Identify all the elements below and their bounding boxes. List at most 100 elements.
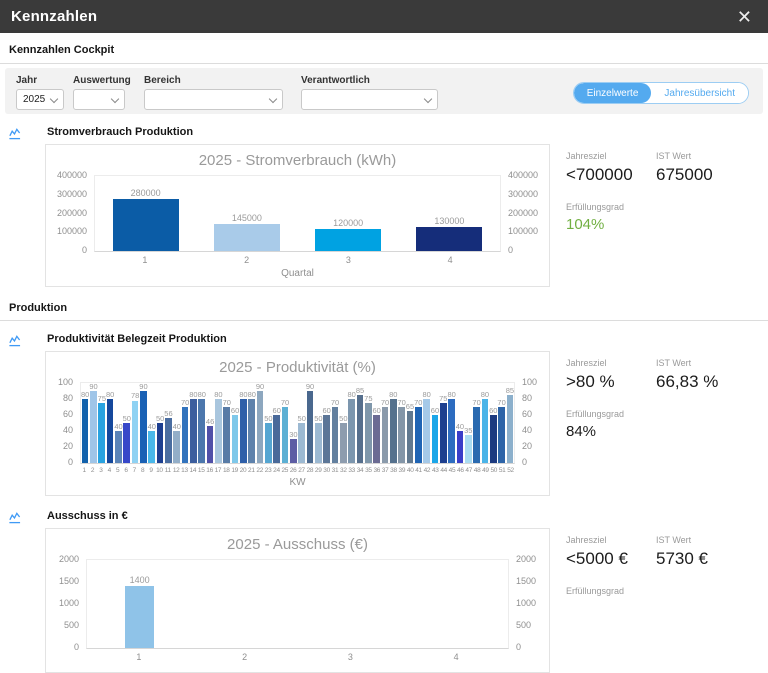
bar-39[interactable] (398, 407, 405, 463)
bar-49[interactable] (482, 399, 489, 463)
bar-value-label: 50 (156, 415, 164, 423)
auswertung-select[interactable] (73, 89, 125, 110)
bar-slot: 75 (364, 383, 372, 463)
toggle-einzelwerte[interactable]: Einzelwerte (574, 83, 652, 103)
bar-24[interactable] (273, 415, 280, 463)
bar-3[interactable] (315, 229, 381, 252)
bar-20[interactable] (240, 399, 247, 463)
bar-42[interactable] (423, 399, 430, 463)
bar-value-label: 60 (323, 407, 331, 415)
bar-35[interactable] (365, 403, 372, 463)
bar-2[interactable] (214, 224, 280, 251)
bar-slot: 80 (389, 383, 397, 463)
y-axis-right: 020406080100 (515, 382, 541, 462)
bereich-label: Bereich (144, 75, 283, 86)
x-tick-label: 4 (403, 649, 509, 662)
bar-31[interactable] (332, 407, 339, 463)
jahr-select[interactable]: 2025 (16, 89, 64, 110)
bar-10[interactable] (157, 423, 164, 463)
bar-21[interactable] (248, 399, 255, 463)
ist-wert-label: IST Wert (656, 358, 768, 368)
bar-3[interactable] (98, 403, 105, 463)
bar-19[interactable] (232, 415, 239, 463)
jahr-value: 2025 (23, 94, 45, 105)
bar-43[interactable] (432, 415, 439, 463)
bar-1[interactable] (113, 199, 179, 252)
bar-23[interactable] (265, 423, 272, 463)
bar-value-label: 85 (506, 387, 514, 395)
bar-28[interactable] (307, 391, 314, 463)
bar-30[interactable] (323, 415, 330, 463)
x-tick-label: 18 (222, 464, 230, 474)
kpi-stats: Jahresziel <700000 IST Wert 675000 Erfül… (550, 126, 768, 287)
bar-5[interactable] (115, 431, 122, 463)
bar-slot: 75 (439, 383, 447, 463)
bar-45[interactable] (448, 399, 455, 463)
bar-29[interactable] (315, 423, 322, 463)
bar-36[interactable] (373, 415, 380, 463)
bar-38[interactable] (390, 399, 397, 463)
x-axis-ticks: 1234567891011121314151617181920212223242… (80, 464, 515, 474)
bar-value-label: 40 (456, 423, 464, 431)
bar-value-label: 56 (164, 410, 172, 418)
bereich-select[interactable] (144, 89, 283, 110)
x-tick-label: 1 (94, 252, 196, 265)
bar-48[interactable] (473, 407, 480, 463)
close-icon[interactable]: ✕ (737, 8, 752, 26)
bar-slot: 60 (372, 383, 380, 463)
bar-1[interactable] (125, 586, 154, 648)
kpi-section-stromverbrauch: Stromverbrauch Produktion 2025 - Stromve… (0, 126, 768, 287)
kpi-name: Produktivität Belegzeit Produktion (47, 333, 550, 345)
bar-4[interactable] (416, 227, 482, 251)
bar-value-label: 80 (447, 391, 455, 399)
bar-slot: 70 (381, 383, 389, 463)
bar-1[interactable] (82, 399, 89, 463)
bar-25[interactable] (282, 407, 289, 463)
bar-26[interactable] (290, 439, 297, 463)
bar-32[interactable] (340, 423, 347, 463)
toggle-jahresuebersicht[interactable]: Jahresübersicht (651, 83, 748, 103)
verantwortlich-select[interactable] (301, 89, 438, 110)
y-tick-label: 300000 (57, 189, 87, 199)
x-tick-label: 45 (448, 464, 456, 474)
bar-14[interactable] (190, 399, 197, 463)
bar-22[interactable] (257, 391, 264, 463)
bar-44[interactable] (440, 403, 447, 463)
erfuellungsgrad-label: Erfüllungsgrad (566, 586, 768, 596)
bar-2[interactable] (90, 391, 97, 463)
bar-value-label: 70 (381, 399, 389, 407)
bar-12[interactable] (173, 431, 180, 463)
y-tick-label: 400000 (57, 170, 87, 180)
bar-41[interactable] (415, 407, 422, 463)
kpi-section-produktivitaet: Produktivität Belegzeit Produktion 2025 … (0, 333, 768, 496)
bar-33[interactable] (348, 399, 355, 463)
bar-50[interactable] (490, 415, 497, 463)
y-tick-label: 400000 (508, 170, 538, 180)
bar-6[interactable] (123, 423, 130, 463)
bar-52[interactable] (507, 395, 514, 463)
x-tick-label: 46 (456, 464, 464, 474)
bar-51[interactable] (498, 407, 505, 463)
bar-7[interactable] (132, 401, 139, 463)
bar-37[interactable] (382, 407, 389, 463)
bar-27[interactable] (298, 423, 305, 463)
bar-9[interactable] (148, 431, 155, 463)
bar-34[interactable] (357, 395, 364, 463)
bar-15[interactable] (198, 399, 205, 463)
bar-8[interactable] (140, 391, 147, 463)
y-tick-label: 40 (63, 425, 73, 435)
bar-slot: 80 (481, 383, 489, 463)
bar-46[interactable] (457, 431, 464, 463)
bar-16[interactable] (207, 426, 214, 463)
bar-13[interactable] (182, 407, 189, 463)
bar-4[interactable] (107, 399, 114, 463)
bar-11[interactable] (165, 418, 172, 463)
x-tick-label: 31 (331, 464, 339, 474)
y-tick-label: 1500 (516, 576, 536, 586)
bar-slot: 90 (89, 383, 97, 463)
bar-18[interactable] (223, 407, 230, 463)
bar-47[interactable] (465, 435, 472, 463)
bar-17[interactable] (215, 399, 222, 463)
bar-40[interactable] (407, 411, 414, 463)
bar-slot: 60 (323, 383, 331, 463)
